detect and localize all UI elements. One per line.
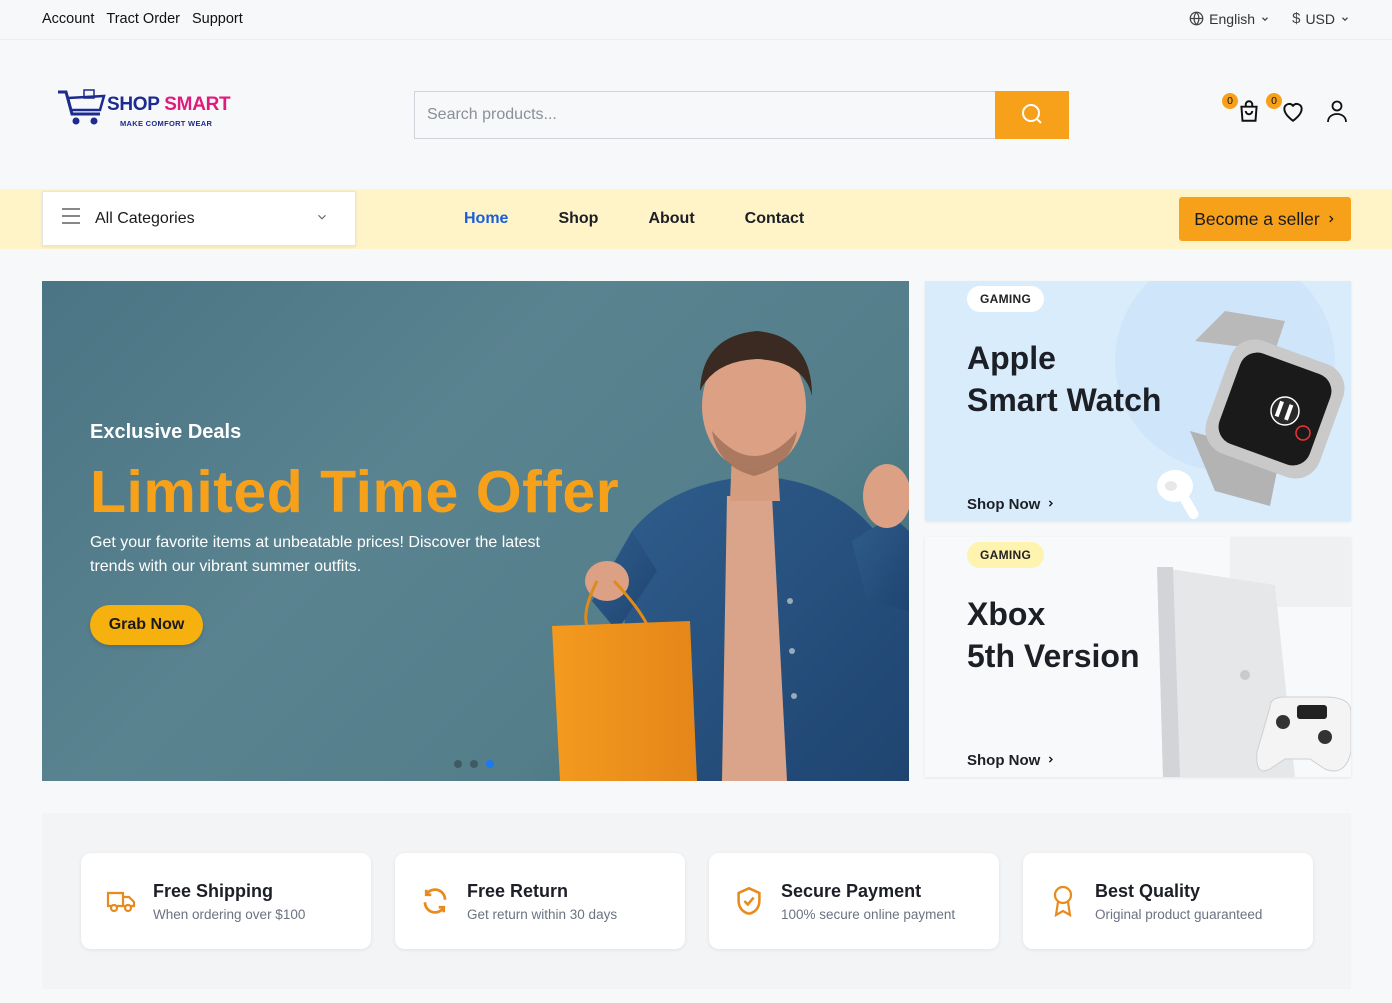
language-label: English: [1209, 10, 1256, 27]
cart-logo-icon: [58, 89, 106, 125]
search-input[interactable]: [414, 91, 995, 139]
chevron-down-icon: [1340, 14, 1350, 24]
all-categories-dropdown[interactable]: All Categories: [42, 191, 356, 246]
become-seller-button[interactable]: Become a seller: [1179, 197, 1351, 241]
feature-subtitle: When ordering over $100: [153, 907, 306, 922]
feature-subtitle: 100% secure online payment: [781, 907, 956, 922]
feature-card: Best Quality Original product guaranteed: [1023, 853, 1313, 949]
header: SHOP SMART MAKE COMFORT WEAR 0 0: [0, 41, 1392, 189]
shop-now-link[interactable]: Shop Now: [967, 752, 1055, 769]
support-link[interactable]: Support: [192, 11, 243, 27]
currency-select[interactable]: $ USD: [1292, 10, 1350, 27]
main-nav: All Categories Home Shop About Contact B…: [0, 189, 1392, 249]
slider-dots: [454, 760, 494, 768]
chevron-down-icon: [315, 210, 329, 229]
brand-name: SHOP SMART: [107, 94, 231, 115]
features-section: Free Shipping When ordering over $100 Fr…: [42, 813, 1351, 989]
header-icons: 0 0: [1222, 93, 1350, 129]
card-title: Xbox 5th Version: [967, 596, 1140, 674]
feature-card: Free Return Get return within 30 days: [395, 853, 685, 949]
cart-count-badge: 0: [1222, 93, 1238, 109]
categories-label: All Categories: [95, 209, 195, 227]
feature-title: Free Return: [467, 881, 569, 901]
hero-description: Get your favorite items at unbeatable pr…: [90, 534, 540, 575]
feature-card: Secure Payment 100% secure online paymen…: [709, 853, 999, 949]
nav-about[interactable]: About: [648, 210, 694, 228]
hero-kicker: Exclusive Deals: [90, 421, 242, 443]
brand-tagline: MAKE COMFORT WEAR: [120, 119, 213, 128]
hero-title: Limited Time Offer: [90, 459, 620, 525]
user-icon: [1325, 98, 1349, 129]
category-tag: GAMING: [967, 542, 1045, 568]
top-links: Account Tract Order Support: [42, 11, 243, 27]
feature-title: Best Quality: [1095, 881, 1201, 901]
hamburger-icon: [61, 207, 81, 230]
currency-label: USD: [1305, 10, 1335, 27]
award-icon: [1047, 885, 1079, 917]
feature-card: Free Shipping When ordering over $100: [81, 853, 371, 949]
dollar-icon: $: [1292, 10, 1301, 27]
category-tag: GAMING: [967, 286, 1045, 312]
slider-dot-1[interactable]: [454, 760, 462, 768]
account-button[interactable]: [1324, 99, 1350, 127]
wishlist-count-badge: 0: [1266, 93, 1282, 109]
slider-dot-3[interactable]: [486, 760, 494, 768]
promo-card-smartwatch[interactable]: GAMING Apple Smart Watch Shop Now: [925, 281, 1351, 521]
chevron-right-icon: [1326, 209, 1336, 230]
feature-subtitle: Get return within 30 days: [467, 907, 618, 922]
wishlist-button[interactable]: 0: [1266, 93, 1306, 129]
search-button[interactable]: [995, 91, 1069, 139]
slider-dot-2[interactable]: [470, 760, 478, 768]
feature-subtitle: Original product guaranteed: [1095, 907, 1263, 922]
top-bar: Account Tract Order Support English $ US…: [0, 0, 1392, 40]
nav-shop[interactable]: Shop: [558, 210, 598, 228]
shopping-bag-icon: [1236, 98, 1262, 129]
feature-title: Secure Payment: [781, 881, 922, 901]
chevron-right-icon: [1046, 752, 1055, 769]
globe-icon: [1189, 11, 1204, 26]
become-seller-label: Become a seller: [1194, 208, 1320, 229]
nav-home[interactable]: Home: [464, 210, 508, 228]
account-link[interactable]: Account: [42, 11, 94, 27]
shop-now-link[interactable]: Shop Now: [967, 496, 1055, 513]
chevron-down-icon: [1260, 14, 1270, 24]
card-title: Apple Smart Watch: [967, 340, 1162, 418]
site-logo[interactable]: SHOP SMART MAKE COMFORT WEAR: [56, 88, 231, 132]
search-icon: [1020, 102, 1044, 129]
shield-check-icon: [733, 885, 765, 917]
track-order-link[interactable]: Tract Order: [106, 11, 180, 27]
refresh-icon: [419, 885, 451, 917]
locale-selectors: English $ USD: [1189, 10, 1350, 27]
grab-now-button[interactable]: Grab Now: [90, 605, 203, 645]
hero-model-image: [552, 331, 909, 781]
language-select[interactable]: English: [1189, 11, 1270, 27]
nav-links: Home Shop About Contact: [464, 210, 804, 228]
chevron-right-icon: [1046, 496, 1055, 513]
cart-button[interactable]: 0: [1222, 93, 1262, 129]
promo-card-xbox[interactable]: GAMING Xbox 5th Version Shop Now: [925, 537, 1351, 777]
nav-contact[interactable]: Contact: [745, 210, 805, 228]
heart-icon: [1280, 98, 1306, 129]
hero-banner: Exclusive Deals Limited Time Offer Get y…: [42, 281, 909, 781]
truck-icon: [105, 885, 137, 917]
feature-title: Free Shipping: [153, 881, 274, 901]
search-bar: [414, 91, 1069, 139]
